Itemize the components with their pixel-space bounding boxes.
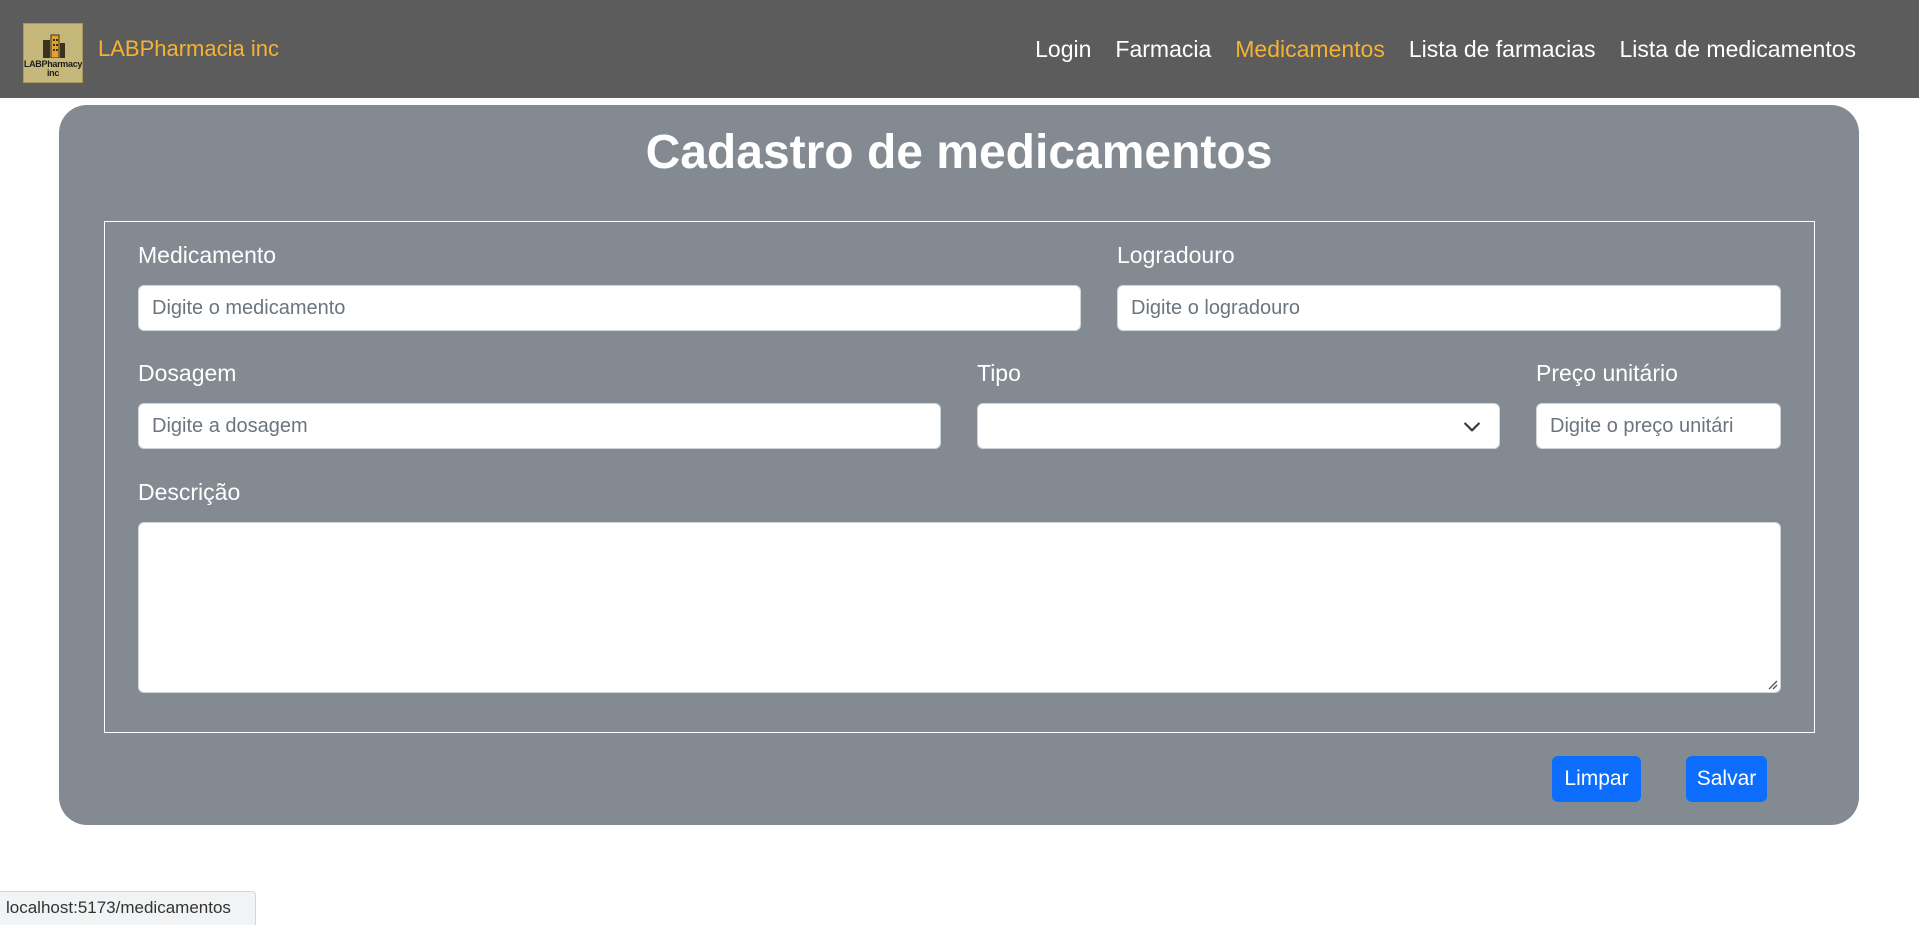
nav-link-login[interactable]: Login bbox=[1035, 36, 1091, 63]
resize-grip-icon[interactable] bbox=[1766, 678, 1778, 690]
dosagem-label: Dosagem bbox=[138, 360, 237, 386]
medicamento-label: Medicamento bbox=[138, 242, 277, 268]
form-fieldset: Medicamento Logradouro Dosagem Tipo Preç… bbox=[104, 221, 1815, 733]
nav-link-farmacia[interactable]: Farmacia bbox=[1115, 36, 1211, 63]
nav-link-lista-medicamentos[interactable]: Lista de medicamentos bbox=[1619, 36, 1856, 63]
navbar: LABPharmacy inc LABPharmacia inc Login F… bbox=[0, 0, 1919, 98]
tipo-label: Tipo bbox=[977, 360, 1021, 386]
dosagem-input[interactable] bbox=[138, 403, 941, 449]
brand-logo[interactable]: LABPharmacy inc bbox=[23, 23, 83, 83]
chevron-down-icon bbox=[1464, 422, 1480, 432]
nav-link-lista-farmacias[interactable]: Lista de farmacias bbox=[1409, 36, 1596, 63]
logradouro-input[interactable] bbox=[1117, 285, 1781, 331]
tipo-select[interactable] bbox=[977, 403, 1500, 449]
form-card: Cadastro de medicamentos Medicamento Log… bbox=[59, 105, 1859, 825]
building-icon bbox=[43, 34, 65, 58]
status-bar-url: localhost:5173/medicamentos bbox=[0, 891, 256, 925]
brand-name[interactable]: LABPharmacia inc bbox=[98, 36, 279, 62]
medicamento-input[interactable] bbox=[138, 285, 1081, 331]
page-title: Cadastro de medicamentos bbox=[645, 126, 1273, 179]
preco-label: Preço unitário bbox=[1536, 360, 1678, 386]
logradouro-label: Logradouro bbox=[1117, 242, 1235, 268]
preco-input[interactable] bbox=[1536, 403, 1781, 449]
nav-links: Login Farmacia Medicamentos Lista de far… bbox=[1035, 36, 1856, 63]
limpar-button[interactable]: Limpar bbox=[1552, 756, 1641, 802]
salvar-button[interactable]: Salvar bbox=[1686, 756, 1767, 802]
descricao-label: Descrição bbox=[138, 479, 241, 505]
descricao-textarea[interactable] bbox=[138, 522, 1781, 693]
logo-text: LABPharmacy inc bbox=[23, 59, 83, 78]
nav-link-medicamentos[interactable]: Medicamentos bbox=[1235, 36, 1385, 63]
